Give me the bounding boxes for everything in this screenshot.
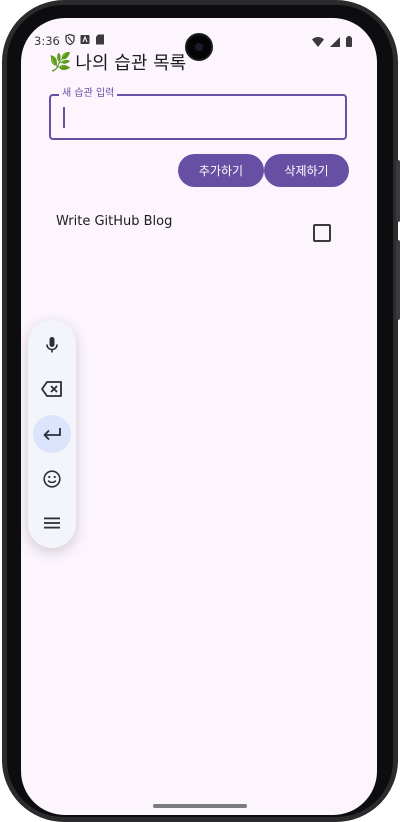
power-button: [396, 240, 400, 320]
volume-button: [396, 160, 400, 222]
status-system-icons: [312, 36, 352, 47]
menu-button[interactable]: [33, 504, 71, 542]
emoji-button[interactable]: [33, 460, 71, 498]
herb-icon: 🌿: [49, 51, 72, 73]
habit-name: Write GitHub Blog: [56, 214, 173, 229]
enter-button[interactable]: [33, 415, 71, 453]
enter-icon: [43, 428, 61, 441]
status-notification-icons: [65, 34, 105, 45]
microphone-icon: [46, 337, 58, 353]
menu-icon: [44, 517, 60, 529]
status-time: 3:36: [34, 34, 60, 48]
front-camera: [185, 33, 213, 61]
delete-button[interactable]: 삭제하기: [264, 154, 349, 187]
gesture-navigation-bar[interactable]: [153, 804, 247, 808]
wifi-icon: [312, 36, 324, 47]
text-cursor: [63, 107, 65, 128]
habit-input-label: 새 습관 입력: [59, 87, 118, 101]
signal-icon: [330, 36, 340, 47]
page-title-text: 나의 습관 목록: [75, 53, 187, 74]
emoji-icon: [43, 470, 61, 488]
battery-icon: [346, 36, 352, 47]
backspace-button[interactable]: [33, 370, 71, 408]
microphone-button[interactable]: [33, 326, 71, 364]
backspace-icon: [41, 381, 62, 397]
page-title: 🌿 나의 습관 목록: [49, 49, 186, 75]
phone-frame: 3:36 🌿 나의 습관 목록 새 습관 입력 추가하기 삭제하기 Write …: [0, 0, 400, 822]
font-icon: [80, 35, 90, 44]
habit-input-field[interactable]: 새 습관 입력: [49, 87, 347, 140]
screen: 3:36 🌿 나의 습관 목록 새 습관 입력 추가하기 삭제하기 Write …: [21, 18, 377, 815]
keyboard-voice-toolbar: [28, 320, 76, 548]
shield-icon: [65, 34, 75, 45]
add-button[interactable]: 추가하기: [178, 154, 264, 187]
sd-card-icon: [96, 34, 104, 45]
habit-checkbox[interactable]: [313, 224, 331, 242]
